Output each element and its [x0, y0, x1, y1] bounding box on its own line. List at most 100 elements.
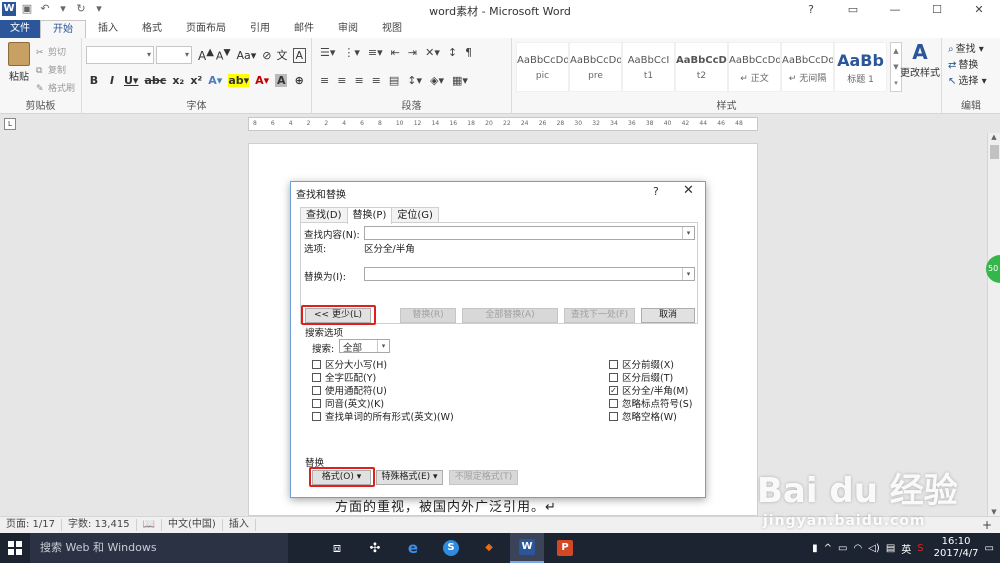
- scroll-thumb[interactable]: [990, 145, 999, 159]
- maximize-button[interactable]: ☐: [916, 0, 958, 20]
- subscript-icon[interactable]: x₂: [172, 74, 184, 87]
- shading-icon[interactable]: ◈▾: [430, 74, 444, 87]
- pinwheel-app-icon[interactable]: ✣: [358, 533, 392, 563]
- language-indicator[interactable]: 中文(中国): [162, 519, 223, 531]
- tab-review[interactable]: 审阅: [326, 20, 370, 38]
- up-arrow-icon[interactable]: ^: [824, 543, 832, 554]
- match-suffix-checkbox[interactable]: 区分后缀(T): [609, 370, 673, 384]
- checkbox-box[interactable]: [312, 359, 321, 369]
- ignore-whitespace-checkbox[interactable]: 忽略空格(W): [609, 409, 677, 423]
- superscript-icon[interactable]: x²: [190, 74, 202, 87]
- replace-button[interactable]: 替换(R): [400, 308, 456, 323]
- change-case-icon[interactable]: Aa▾: [237, 49, 257, 62]
- font-name-select[interactable]: ▾: [86, 46, 154, 64]
- battery-icon[interactable]: ▮: [812, 543, 818, 554]
- minimize-button[interactable]: —: [874, 0, 916, 20]
- chevron-down-icon[interactable]: ▾: [377, 340, 389, 352]
- scroll-up-icon[interactable]: ▲: [988, 133, 1000, 141]
- format-painter-button[interactable]: ✎ 格式刷: [36, 80, 75, 98]
- distributed-icon[interactable]: ▤: [389, 74, 399, 87]
- ime-indicator[interactable]: 英: [901, 541, 911, 556]
- word-taskbar-icon[interactable]: W: [510, 533, 544, 563]
- cut-button[interactable]: ✂ 剪切: [36, 44, 75, 62]
- checkbox-box[interactable]: [312, 385, 321, 395]
- increase-indent-icon[interactable]: ⇥: [408, 46, 417, 59]
- fox-app-icon[interactable]: ◆: [472, 533, 506, 563]
- text-effects-icon[interactable]: A▾: [208, 74, 222, 87]
- tab-replace[interactable]: 替换(P): [346, 207, 393, 224]
- tab-mailings[interactable]: 邮件: [282, 20, 326, 38]
- style-t1[interactable]: AaBbCcI t1: [622, 42, 675, 92]
- bold-icon[interactable]: B: [88, 74, 100, 87]
- align-center-icon[interactable]: ≡: [337, 74, 346, 87]
- checkbox-box[interactable]: [312, 411, 321, 421]
- checkbox-box[interactable]: [312, 398, 321, 408]
- dialog-close-button[interactable]: ✕: [683, 183, 694, 198]
- shrink-font-icon[interactable]: A▼: [216, 47, 231, 63]
- powerpoint-taskbar-icon[interactable]: P: [548, 533, 582, 563]
- action-center-icon[interactable]: ▭: [985, 543, 994, 554]
- borders-icon[interactable]: ▦▾: [452, 74, 468, 87]
- asian-layout-icon[interactable]: ✕▾: [425, 46, 440, 59]
- no-formatting-button[interactable]: 不限定格式(T): [449, 470, 518, 485]
- replace-with-input[interactable]: ▾: [364, 267, 695, 281]
- strikethrough-icon[interactable]: abc: [144, 74, 166, 87]
- replace-button[interactable]: ⇄ 替换: [948, 58, 987, 74]
- style-no-spacing[interactable]: AaBbCcDd ↵ 无间隔: [781, 42, 834, 92]
- phonetic-guide-icon[interactable]: 文: [277, 47, 288, 63]
- close-button[interactable]: ✕: [958, 0, 1000, 20]
- scroll-down-icon[interactable]: ▼: [988, 508, 1000, 516]
- help-button[interactable]: ?: [790, 0, 832, 20]
- justify-icon[interactable]: ≡: [372, 74, 381, 87]
- find-what-input[interactable]: ▾: [364, 226, 695, 240]
- dialog-help-button[interactable]: ?: [653, 185, 659, 198]
- style-normal[interactable]: AaBbCcDd ↵ 正文: [728, 42, 781, 92]
- tab-page-layout[interactable]: 页面布局: [174, 20, 238, 38]
- find-next-button[interactable]: 查找下一处(F): [564, 308, 635, 323]
- word-forms-checkbox[interactable]: 查找单词的所有形式(英文)(W): [312, 409, 454, 423]
- checkbox-box[interactable]: [609, 398, 618, 408]
- replace-all-button[interactable]: 全部替换(A): [462, 308, 558, 323]
- task-view-icon[interactable]: ⧈: [320, 533, 354, 563]
- tab-home[interactable]: 开始: [40, 20, 86, 38]
- cancel-button[interactable]: 取消: [641, 308, 695, 323]
- find-button[interactable]: ⌕ 查找 ▾: [948, 42, 987, 58]
- zoom-in-button[interactable]: +: [982, 517, 992, 533]
- clock[interactable]: 16:10 2017/4/7: [934, 536, 979, 560]
- copy-button[interactable]: ⧉ 复制: [36, 62, 75, 80]
- ribbon-display-button[interactable]: ▭: [832, 0, 874, 20]
- notification-icon[interactable]: ▭: [838, 543, 847, 554]
- horizontal-ruler[interactable]: 8 6 4 2 2 4 6 8 10 12 14 16 18 20 22 24 26 28 30 32 34 36 38 40…: [248, 117, 758, 131]
- document-text-line[interactable]: 方面的重视，被国内外广泛引用。↵: [335, 496, 557, 515]
- sogou-tray-icon[interactable]: S: [917, 543, 923, 554]
- start-button[interactable]: [0, 533, 30, 563]
- multilevel-list-icon[interactable]: ≡▾: [368, 46, 383, 59]
- font-size-select[interactable]: ▾: [156, 46, 192, 64]
- edge-browser-icon[interactable]: e: [396, 533, 430, 563]
- sounds-like-checkbox[interactable]: 同音(英文)(K): [312, 396, 384, 410]
- volume-icon[interactable]: ◁): [868, 543, 880, 554]
- char-shading-icon[interactable]: A: [275, 74, 288, 87]
- wifi-icon[interactable]: ◠: [853, 543, 862, 554]
- chevron-down-icon[interactable]: ▾: [682, 227, 694, 239]
- tab-find[interactable]: 查找(D): [300, 207, 348, 223]
- char-border-icon[interactable]: A: [292, 47, 307, 63]
- word-count[interactable]: 字数: 13,415: [62, 519, 137, 531]
- match-width-checkbox[interactable]: ✓ 区分全/半角(M): [609, 383, 688, 397]
- insert-mode[interactable]: 插入: [223, 519, 256, 531]
- checkbox-box[interactable]: [609, 372, 618, 382]
- chevron-down-icon[interactable]: ▾: [682, 268, 694, 280]
- tab-references[interactable]: 引用: [238, 20, 282, 38]
- ignore-punctuation-checkbox[interactable]: 忽略标点符号(S): [609, 396, 692, 410]
- taskbar-search[interactable]: 搜索 Web 和 Windows: [30, 533, 288, 563]
- sogou-app-icon[interactable]: S: [434, 533, 468, 563]
- page-count[interactable]: 页面: 1/17: [0, 519, 63, 531]
- decrease-indent-icon[interactable]: ⇤: [391, 46, 400, 59]
- checkbox-box[interactable]: [609, 359, 618, 369]
- font-color-icon[interactable]: A▾: [255, 74, 269, 87]
- style-t2[interactable]: AaBbCcDd t2: [675, 42, 728, 92]
- checkbox-box-checked[interactable]: ✓: [609, 385, 618, 395]
- special-button[interactable]: 特殊格式(E) ▾: [376, 470, 443, 485]
- underline-icon[interactable]: U▾: [124, 74, 138, 87]
- checkbox-box[interactable]: [312, 372, 321, 382]
